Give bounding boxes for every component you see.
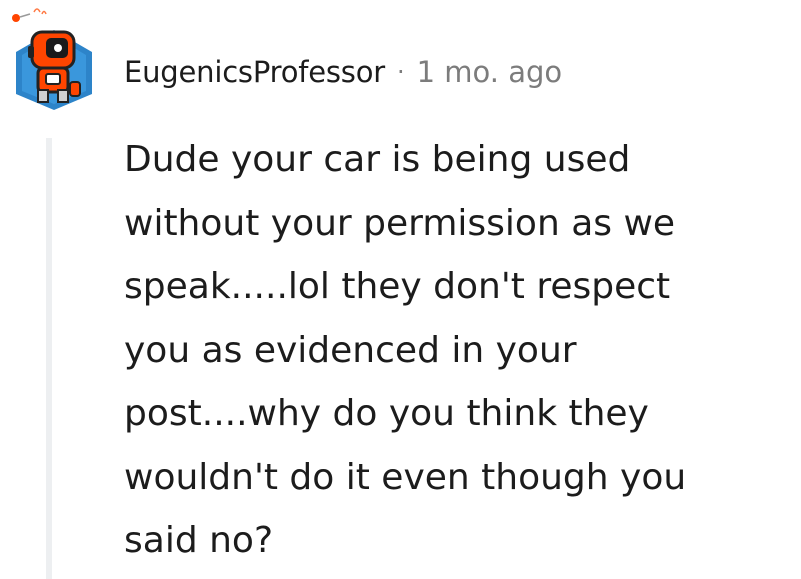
- comment-header: EugenicsProfessor · 1 mo. ago: [124, 52, 562, 92]
- reddit-avatar-icon: [12, 8, 92, 110]
- timestamp[interactable]: 1 mo. ago: [417, 55, 563, 89]
- user-avatar[interactable]: [8, 2, 100, 110]
- comment-body: Dude your car is being used without your…: [124, 139, 687, 561]
- meta-separator: ·: [396, 58, 405, 86]
- thread-collapse-line[interactable]: [46, 138, 52, 579]
- comment: EugenicsProfessor · 1 mo. ago Dude your …: [0, 0, 801, 579]
- username-link[interactable]: EugenicsProfessor: [124, 55, 385, 89]
